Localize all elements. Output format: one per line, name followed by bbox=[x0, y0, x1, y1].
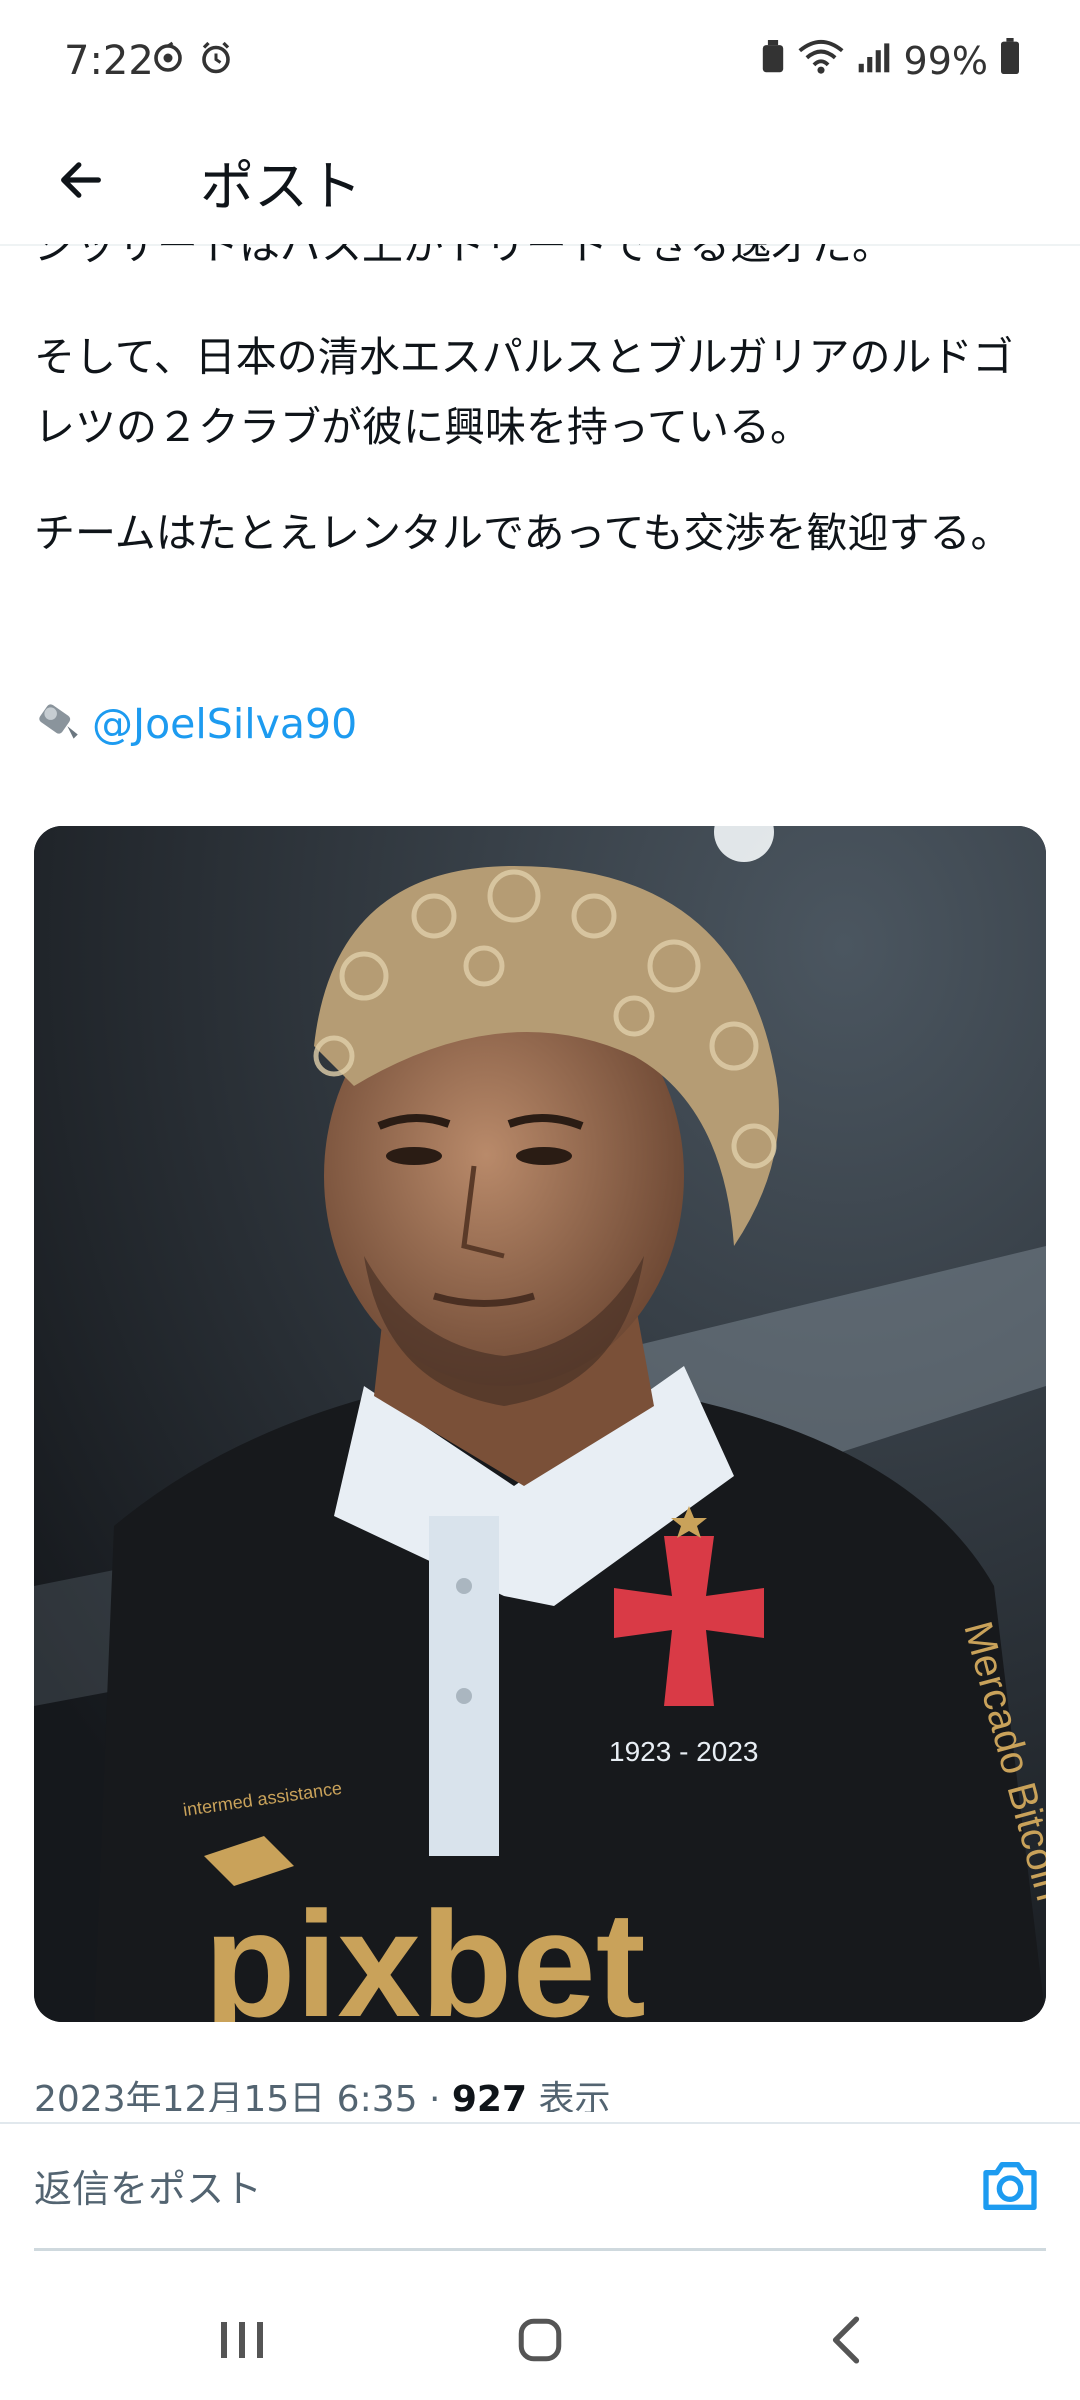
source-line: @JoelSilva90 bbox=[34, 689, 357, 759]
alarm-icon bbox=[198, 40, 234, 80]
wifi-icon bbox=[798, 38, 844, 83]
mention-link[interactable]: @JoelSilva90 bbox=[92, 700, 357, 748]
sync-icon bbox=[150, 40, 186, 80]
battery-icon bbox=[1000, 38, 1020, 83]
views-label: 表示 bbox=[527, 2079, 611, 2112]
post-timestamp: 2023年12月15日 6:35 bbox=[34, 2079, 418, 2112]
signal-icon bbox=[856, 39, 892, 83]
post-detail: ジッサートはバス上がトリートできる逸才だ。 そして、日本の清水エスパルスとブルガ… bbox=[0, 244, 1080, 2112]
top-app-bar: ポスト bbox=[0, 120, 1080, 246]
svg-text:1923 - 2023: 1923 - 2023 bbox=[609, 1736, 758, 1767]
camera-button[interactable] bbox=[978, 2154, 1042, 2218]
recents-icon bbox=[221, 2322, 263, 2358]
page-title: ポスト bbox=[200, 155, 362, 218]
post-paragraph-1: そして、日本の清水エスパルスとブルガリアのルドゴレツの２クラブが彼に興味を持って… bbox=[34, 333, 1014, 451]
system-back-button[interactable] bbox=[806, 2310, 886, 2370]
recents-button[interactable] bbox=[202, 2310, 282, 2370]
home-icon bbox=[518, 2318, 562, 2362]
status-right: 99% bbox=[760, 38, 1020, 83]
reply-underline bbox=[34, 2248, 1046, 2251]
video-camera-emoji-icon bbox=[34, 697, 84, 751]
status-bar: 7:22 99% bbox=[0, 0, 1080, 120]
back-button[interactable] bbox=[46, 145, 116, 215]
battery-saver-icon bbox=[760, 39, 786, 83]
post-image[interactable]: 1923 - 2023 intermed assistance pixbet M… bbox=[34, 826, 1046, 2022]
reply-input[interactable]: 返信をポスト bbox=[34, 2158, 262, 2213]
svg-text:pixbet: pixbet bbox=[204, 1880, 646, 2022]
status-time: 7:22 bbox=[64, 38, 154, 84]
post-metadata: 2023年12月15日 6:35 · 927 表示 bbox=[34, 2070, 610, 2112]
meta-separator: · bbox=[417, 2079, 452, 2112]
post-paragraph-2: チームはたとえレンタルであっても交渉を歓迎する。 bbox=[34, 509, 1012, 557]
player-photo: 1923 - 2023 intermed assistance pixbet M… bbox=[34, 826, 1046, 2022]
battery-text: 99% bbox=[903, 38, 988, 83]
back-arrow-icon bbox=[61, 162, 101, 198]
status-left-icons bbox=[150, 40, 234, 80]
home-button[interactable] bbox=[500, 2310, 580, 2370]
post-text-clipped: ジッサートはバス上がトリートできる逸才だ。 bbox=[34, 244, 893, 269]
views-count: 927 bbox=[451, 2079, 528, 2112]
system-nav-bar bbox=[0, 2270, 1080, 2400]
reply-bar: 返信をポスト bbox=[0, 2124, 1080, 2246]
back-icon bbox=[832, 2316, 860, 2364]
camera-icon bbox=[983, 2162, 1037, 2210]
